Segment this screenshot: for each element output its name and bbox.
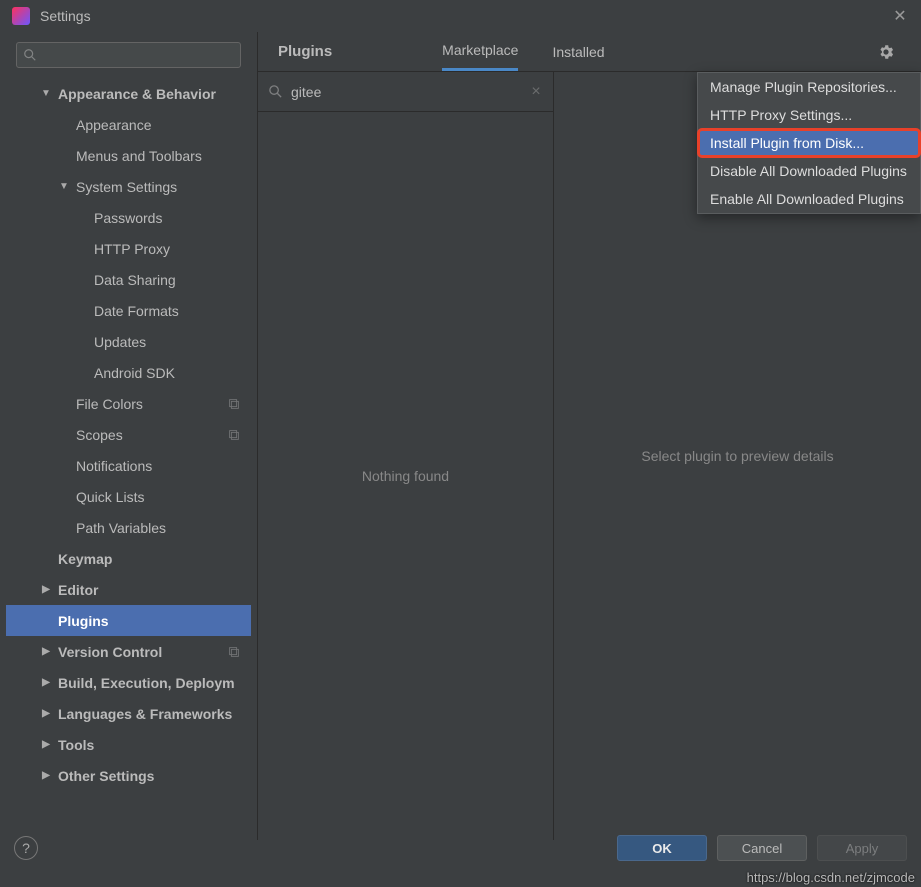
- copy-icon: [227, 397, 241, 411]
- chevron-down-icon: ▼: [40, 88, 52, 99]
- dropdown-item-install-plugin-from-disk[interactable]: Install Plugin from Disk...: [698, 129, 920, 157]
- app-icon: [12, 7, 30, 25]
- help-button[interactable]: ?: [14, 836, 38, 860]
- tree-item-label: System Settings: [76, 179, 177, 195]
- tree-item-quick-lists[interactable]: ▶Quick Lists: [6, 481, 251, 512]
- cancel-button[interactable]: Cancel: [717, 835, 807, 861]
- close-icon[interactable]: ✕: [891, 7, 909, 25]
- window-title: Settings: [40, 8, 91, 24]
- apply-button: Apply: [817, 835, 907, 861]
- tabs: Marketplace Installed: [442, 32, 604, 71]
- tree-item-label: Build, Execution, Deploym: [58, 675, 235, 691]
- tree-item-data-sharing[interactable]: ▶Data Sharing: [6, 264, 251, 295]
- tree-item-label: Data Sharing: [94, 272, 176, 288]
- plugin-list-column: × Nothing found: [258, 72, 554, 840]
- tree-item-passwords[interactable]: ▶Passwords: [6, 202, 251, 233]
- gear-dropdown: Manage Plugin Repositories...HTTP Proxy …: [697, 72, 921, 214]
- search-icon: [23, 48, 37, 62]
- tree-item-label: Updates: [94, 334, 146, 350]
- chevron-right-icon: ▶: [40, 770, 52, 781]
- tree-item-label: HTTP Proxy: [94, 241, 170, 257]
- tree-item-notifications[interactable]: ▶Notifications: [6, 450, 251, 481]
- tree-item-label: Menus and Toolbars: [76, 148, 202, 164]
- chevron-right-icon: ▶: [40, 646, 52, 657]
- footer: ? OK Cancel Apply: [0, 829, 921, 867]
- tree-item-label: Editor: [58, 582, 98, 598]
- tree-item-keymap[interactable]: ▶Keymap: [6, 543, 251, 574]
- plugin-search[interactable]: ×: [258, 72, 553, 112]
- tree-item-appearance-behavior[interactable]: ▼ Appearance & Behavior: [6, 78, 251, 109]
- tree-item-label: Path Variables: [76, 520, 166, 536]
- tree-item-label: File Colors: [76, 396, 143, 412]
- tree-item-file-colors[interactable]: ▶File Colors: [6, 388, 251, 419]
- tree-item-date-formats[interactable]: ▶Date Formats: [6, 295, 251, 326]
- tree-item-version-control[interactable]: ▶ Version Control: [6, 636, 251, 667]
- dropdown-item-manage-plugin-repositories[interactable]: Manage Plugin Repositories...: [698, 73, 920, 101]
- tree-item-system-settings[interactable]: ▼ System Settings: [6, 171, 251, 202]
- tree-item-path-variables[interactable]: ▶Path Variables: [6, 512, 251, 543]
- tab-marketplace[interactable]: Marketplace: [442, 32, 518, 71]
- tree-item-label: Quick Lists: [76, 489, 144, 505]
- tree-item-languages-frameworks[interactable]: ▶ Languages & Frameworks: [6, 698, 251, 729]
- tree-item-label: Languages & Frameworks: [58, 706, 232, 722]
- tree-item-editor[interactable]: ▶ Editor: [6, 574, 251, 605]
- page-title: Plugins: [278, 43, 332, 60]
- main-header: Plugins Marketplace Installed: [258, 32, 921, 72]
- tree-item-scopes[interactable]: ▶Scopes: [6, 419, 251, 450]
- tree-item-label: Tools: [58, 737, 94, 753]
- copy-icon: [227, 645, 241, 659]
- tree-item-appearance[interactable]: ▶Appearance: [6, 109, 251, 140]
- tree-item-label: Appearance: [76, 117, 152, 133]
- chevron-right-icon: ▶: [40, 677, 52, 688]
- tree-item-label: Other Settings: [58, 768, 154, 784]
- tree-item-menus-and-toolbars[interactable]: ▶Menus and Toolbars: [6, 140, 251, 171]
- search-icon: [268, 84, 283, 99]
- clear-icon[interactable]: ×: [529, 85, 543, 99]
- tree-item-updates[interactable]: ▶Updates: [6, 326, 251, 357]
- dropdown-item-enable-all-downloaded-plugins[interactable]: Enable All Downloaded Plugins: [698, 185, 920, 213]
- tab-installed[interactable]: Installed: [552, 32, 604, 71]
- tree-item-http-proxy[interactable]: ▶HTTP Proxy: [6, 233, 251, 264]
- dropdown-item-disable-all-downloaded-plugins[interactable]: Disable All Downloaded Plugins: [698, 157, 920, 185]
- tree-item-label: Android SDK: [94, 365, 175, 381]
- watermark: https://blog.csdn.net/zjmcode: [747, 870, 915, 885]
- tree-item-plugins[interactable]: ▶Plugins: [6, 605, 251, 636]
- tree-item-other-settings[interactable]: ▶ Other Settings: [6, 760, 251, 791]
- tree-item-build-execution-deploym[interactable]: ▶ Build, Execution, Deploym: [6, 667, 251, 698]
- sidebar-search[interactable]: [16, 42, 241, 68]
- tree-item-label: Date Formats: [94, 303, 179, 319]
- tree-item-label: Appearance & Behavior: [58, 86, 216, 102]
- tree-item-label: Passwords: [94, 210, 162, 226]
- chevron-right-icon: ▶: [40, 584, 52, 595]
- titlebar: Settings ✕: [0, 0, 921, 32]
- plugin-search-input[interactable]: [291, 84, 529, 100]
- chevron-right-icon: ▶: [40, 708, 52, 719]
- sidebar-search-input[interactable]: [41, 48, 234, 63]
- chevron-down-icon: ▼: [58, 181, 70, 192]
- tree-item-label: Scopes: [76, 427, 123, 443]
- settings-tree: ▼Appearance & Behavior▶Appearance▶Menus …: [6, 78, 251, 834]
- ok-button[interactable]: OK: [617, 835, 707, 861]
- chevron-right-icon: ▶: [40, 739, 52, 750]
- sidebar: ▼Appearance & Behavior▶Appearance▶Menus …: [0, 32, 258, 840]
- copy-icon: [227, 428, 241, 442]
- empty-state: Nothing found: [258, 112, 553, 840]
- tree-item-label: Version Control: [58, 644, 162, 660]
- gear-icon[interactable]: [877, 43, 895, 61]
- tree-item-label: Notifications: [76, 458, 152, 474]
- dropdown-item-http-proxy-settings[interactable]: HTTP Proxy Settings...: [698, 101, 920, 129]
- tree-item-android-sdk[interactable]: ▶Android SDK: [6, 357, 251, 388]
- tree-item-tools[interactable]: ▶ Tools: [6, 729, 251, 760]
- tree-item-label: Keymap: [58, 551, 112, 567]
- tree-item-label: Plugins: [58, 613, 109, 629]
